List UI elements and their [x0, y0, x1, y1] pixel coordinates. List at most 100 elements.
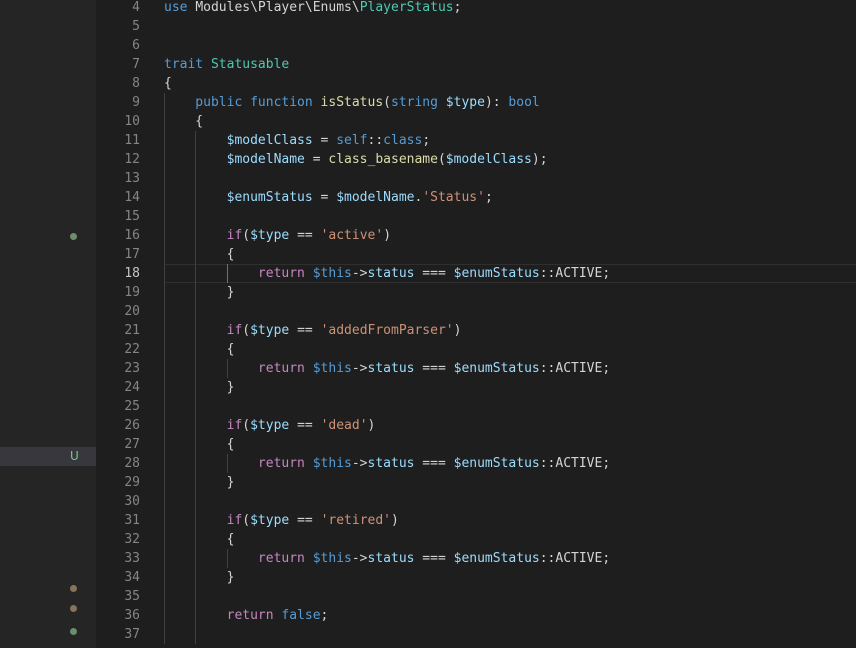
code-line[interactable]: 5	[96, 17, 856, 36]
line-number: 27	[124, 437, 140, 452]
code-token: isStatus	[320, 95, 384, 110]
code-line[interactable]: 31 if($type == 'retired')	[96, 511, 856, 530]
line-number: 23	[124, 361, 140, 376]
code-token: )	[391, 513, 399, 528]
code-line[interactable]: 14 $enumStatus = $modelName.'Status';	[96, 188, 856, 207]
code-token: function	[250, 95, 321, 110]
code-line[interactable]: 34 }	[96, 568, 856, 587]
code-text: if($type == 'retired')	[164, 511, 399, 530]
code-text: if($type == 'addedFromParser')	[164, 321, 462, 340]
code-line[interactable]: 4 use Modules\Player\Enums\PlayerStatus;	[96, 0, 856, 17]
code-line[interactable]: 20	[96, 302, 856, 321]
code-text: public function isStatus(string $type): …	[164, 93, 539, 112]
code-line[interactable]: 33 return $this->status === $enumStatus:…	[96, 549, 856, 568]
code-token: $modelName	[164, 152, 305, 167]
code-text: {	[164, 112, 203, 131]
code-token: $this	[312, 456, 352, 471]
code-token: return	[164, 608, 282, 623]
code-line[interactable]: 23 return $this->status === $enumStatus:…	[96, 359, 856, 378]
code-token: $modelClass	[445, 152, 532, 167]
code-token: )	[367, 418, 376, 433]
line-number: 8	[132, 76, 140, 91]
line-number: 7	[132, 57, 140, 72]
line-number: 10	[124, 114, 140, 129]
code-token: $type	[250, 418, 290, 433]
line-number: 6	[132, 38, 140, 53]
code-token: status	[367, 456, 415, 471]
line-number: 35	[124, 589, 140, 604]
code-token: ):	[484, 95, 509, 110]
code-text: if($type == 'active')	[164, 226, 391, 245]
code-token: )	[453, 323, 462, 338]
code-token: }	[164, 380, 235, 395]
line-number: 31	[124, 513, 140, 528]
code-token: ::ACTIVE;	[539, 551, 611, 566]
line-number: 22	[124, 342, 140, 357]
code-token: false	[281, 608, 321, 623]
code-line[interactable]: 16 if($type == 'active')	[96, 226, 856, 245]
line-number: 34	[124, 570, 140, 585]
code-token: self	[336, 133, 368, 148]
code-line[interactable]: 36 return false;	[96, 606, 856, 625]
code-token: ==	[289, 228, 321, 243]
code-line[interactable]: 22 {	[96, 340, 856, 359]
code-token: $enumStatus	[453, 456, 540, 471]
line-number: 4	[132, 0, 140, 15]
code-text: return $this->status === $enumStatus::AC…	[164, 264, 610, 283]
line-number: 5	[132, 19, 140, 34]
code-line[interactable]: 21 if($type == 'addedFromParser')	[96, 321, 856, 340]
code-line[interactable]: 18 return $this->status === $enumStatus:…	[96, 264, 856, 283]
code-text: return $this->status === $enumStatus::AC…	[164, 454, 610, 473]
code-token: (	[242, 323, 251, 338]
code-line[interactable]: 30	[96, 492, 856, 511]
code-line[interactable]: 6	[96, 36, 856, 55]
code-token: trait	[164, 57, 211, 72]
code-line[interactable]: 27 {	[96, 435, 856, 454]
code-token: if	[164, 418, 243, 433]
code-token: ->	[351, 266, 368, 281]
line-number: 20	[124, 304, 140, 319]
code-line[interactable]: 35	[96, 587, 856, 606]
code-token: $type	[250, 323, 290, 338]
line-number: 36	[124, 608, 140, 623]
code-text: }	[164, 283, 235, 302]
code-token: ==	[289, 418, 321, 433]
code-line[interactable]: 11 $modelClass = self::class;	[96, 131, 856, 150]
code-line[interactable]: 28 return $this->status === $enumStatus:…	[96, 454, 856, 473]
indent-guide	[226, 549, 228, 568]
code-line[interactable]: 17 {	[96, 245, 856, 264]
line-number: 17	[124, 247, 140, 262]
code-line[interactable]: 24 }	[96, 378, 856, 397]
code-line[interactable]: 19 }	[96, 283, 856, 302]
code-line[interactable]: 12 $modelName = class_basename($modelCla…	[96, 150, 856, 169]
code-line[interactable]: 7 trait Statusable	[96, 55, 856, 74]
code-token: 'active'	[320, 228, 384, 243]
code-token: ===	[414, 551, 454, 566]
line-number: 37	[124, 627, 140, 642]
code-line[interactable]: 26 if($type == 'dead')	[96, 416, 856, 435]
code-text: $modelClass = self::class;	[164, 131, 431, 150]
code-line[interactable]: 32 {	[96, 530, 856, 549]
code-line[interactable]: 29 }	[96, 473, 856, 492]
line-number: 14	[124, 190, 140, 205]
code-token: $type	[250, 228, 290, 243]
code-token: if	[164, 228, 243, 243]
code-token: $enumStatus	[164, 190, 313, 205]
code-token: $type	[445, 95, 485, 110]
line-number: 30	[124, 494, 140, 509]
code-token: class	[383, 133, 423, 148]
explorer-file-row-selected[interactable]: U	[0, 447, 96, 466]
code-editor[interactable]: 4 use Modules\Player\Enums\PlayerStatus; 5…	[96, 0, 856, 648]
git-status-untracked-indicator: U	[70, 449, 79, 463]
code-text: {	[164, 435, 235, 454]
code-token: ;	[422, 133, 431, 148]
code-token: }	[164, 285, 235, 300]
code-text: {	[164, 530, 235, 549]
code-line[interactable]: 9 public function isStatus(string $type)…	[96, 93, 856, 112]
code-line[interactable]: 15	[96, 207, 856, 226]
code-line[interactable]: 10 {	[96, 112, 856, 131]
code-line[interactable]: 37	[96, 625, 856, 644]
code-line[interactable]: 8{	[96, 74, 856, 93]
code-line[interactable]: 13	[96, 169, 856, 188]
code-line[interactable]: 25	[96, 397, 856, 416]
